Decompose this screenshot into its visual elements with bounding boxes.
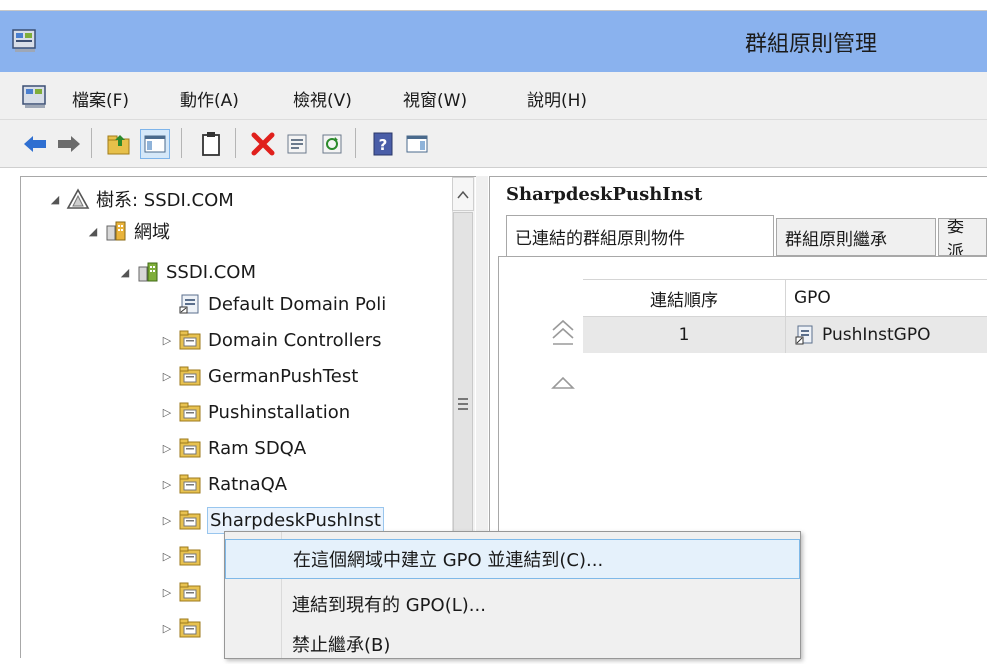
top-edge <box>0 0 987 11</box>
forest-icon <box>66 188 90 210</box>
properties-icon[interactable] <box>282 129 312 159</box>
expand-arrow-icon[interactable]: ▷ <box>160 442 174 455</box>
console-icon[interactable] <box>402 129 432 159</box>
domain-icon <box>136 261 160 283</box>
cell-gpo: PushInstGPO <box>786 317 987 353</box>
expand-arrow-icon[interactable]: ▷ <box>160 334 174 347</box>
tree-item-ou[interactable]: ▷ GermanPushTest <box>160 360 359 392</box>
collapse-arrow-icon[interactable]: ◢ <box>86 225 100 238</box>
table-row[interactable]: 1 PushInstGPO <box>583 317 987 353</box>
expand-arrow-icon[interactable]: ▷ <box>160 622 174 635</box>
tree-label-forest: 樹系: SSDI.COM <box>96 190 234 211</box>
tree-item-ou[interactable]: ▷ <box>160 612 208 644</box>
menu-bar <box>0 72 987 120</box>
menu-item-label: 禁止繼承(B) <box>292 635 391 656</box>
collapse-arrow-icon[interactable]: ◢ <box>48 193 62 206</box>
grid-header: 連結順序 GPO <box>583 279 987 317</box>
menu-item-block-inheritance[interactable]: 禁止繼承(B) <box>225 624 800 664</box>
tree-label-domains: 網域 <box>134 222 170 243</box>
tab-delegation[interactable]: 委派 <box>938 218 987 256</box>
app-icon[interactable] <box>10 26 40 56</box>
tree-item-ou[interactable]: ▷ Ram SDQA <box>160 432 306 464</box>
toolbar-separator <box>355 128 356 158</box>
collapse-arrow-icon[interactable]: ◢ <box>118 266 132 279</box>
help-icon[interactable]: ? <box>368 129 398 159</box>
expand-arrow-icon[interactable]: ▷ <box>160 550 174 563</box>
up-folder-icon[interactable] <box>104 129 134 159</box>
tree-label: GermanPushTest <box>208 365 359 387</box>
tab-linked-gpos[interactable]: 已連結的群組原則物件 <box>506 215 774 257</box>
ou-folder-icon <box>178 473 202 495</box>
tree-node-domain[interactable]: ◢ SSDI.COM <box>118 256 256 288</box>
tree-item-ou[interactable]: ▷ Domain Controllers <box>160 324 382 356</box>
back-arrow-icon[interactable] <box>20 129 50 159</box>
scroll-grip-icon <box>458 398 468 412</box>
column-header-link-order[interactable]: 連結順序 <box>583 280 786 316</box>
tree-label: RatnaQA <box>208 473 288 495</box>
tree-node-forest[interactable]: ◢ 樹系: SSDI.COM <box>48 183 234 215</box>
linked-gpo-grid: 連結順序 GPO 1 PushInstGPO <box>583 279 987 353</box>
tree-label-domain: SSDI.COM <box>166 261 257 283</box>
tree-label: Pushinstallation <box>208 401 351 423</box>
tree-item-ou[interactable]: ▷ Pushinstallation <box>160 396 350 428</box>
ou-folder-icon <box>178 437 202 459</box>
details-title: SharpdeskPushInst <box>506 184 703 205</box>
context-menu: 在這個網域中建立 GPO 並連結到(C)... 連結到現有的 GPO(L)...… <box>224 531 801 659</box>
ou-folder-icon <box>178 581 202 603</box>
tree-label: Ram SDQA <box>208 437 307 459</box>
menu-file[interactable]: 檔案(F) <box>72 86 129 111</box>
expand-arrow-icon[interactable]: ▷ <box>160 514 174 527</box>
menu-window[interactable]: 視窗(W) <box>403 86 467 111</box>
window-title: 群組原則管理 <box>744 32 877 57</box>
menu-view[interactable]: 檢視(V) <box>293 86 352 111</box>
refresh-icon[interactable] <box>317 129 347 159</box>
tree-node-domains[interactable]: ◢ 網域 <box>86 215 170 247</box>
tree-item-gpo-link[interactable]: Default Domain Poli <box>160 288 386 320</box>
gpo-link-icon <box>178 293 202 315</box>
tree-item-ou[interactable]: ▷ RatnaQA <box>160 468 287 500</box>
move-top-icon[interactable] <box>550 318 576 348</box>
menu-action[interactable]: 動作(A) <box>180 86 239 111</box>
ou-folder-icon <box>178 617 202 639</box>
delete-icon[interactable] <box>248 129 278 159</box>
tab-inheritance[interactable]: 群組原則繼承 <box>776 218 936 256</box>
domains-icon <box>104 220 128 242</box>
toolbar-separator <box>181 128 182 158</box>
menu-item-label: 在這個網域中建立 GPO 並連結到(C)... <box>293 550 604 571</box>
tree-item-ou[interactable]: ▷ <box>160 540 208 572</box>
expand-arrow-icon[interactable]: ▷ <box>160 406 174 419</box>
ou-folder-icon <box>178 545 202 567</box>
clipboard-icon[interactable] <box>196 129 226 159</box>
tree-label: Domain Controllers <box>208 329 382 351</box>
forward-arrow-icon[interactable] <box>54 129 84 159</box>
scroll-up-button[interactable] <box>452 177 474 211</box>
gpo-name: PushInstGPO <box>822 325 931 345</box>
tree-label-selected: SharpdeskPushInst <box>207 506 384 534</box>
toolbar-separator <box>235 128 236 158</box>
menu-item-label: 連結到現有的 GPO(L)... <box>292 595 486 616</box>
ou-folder-icon <box>178 401 202 423</box>
tree-label: Default Domain Poli <box>208 293 387 315</box>
toolbar-separator <box>91 128 92 158</box>
expand-arrow-icon[interactable]: ▷ <box>160 586 174 599</box>
column-header-gpo[interactable]: GPO <box>786 280 987 316</box>
ou-folder-icon <box>178 329 202 351</box>
gpo-icon <box>794 324 816 346</box>
expand-arrow-icon[interactable]: ▷ <box>160 370 174 383</box>
menu-item-create-gpo-and-link[interactable]: 在這個網域中建立 GPO 並連結到(C)... <box>225 539 800 579</box>
app-menu-icon[interactable] <box>20 82 50 112</box>
move-up-icon[interactable] <box>550 372 576 392</box>
cell-link-order: 1 <box>583 317 786 353</box>
expand-arrow-icon[interactable]: ▷ <box>160 478 174 491</box>
ou-folder-icon <box>178 365 202 387</box>
ou-folder-icon <box>178 509 202 531</box>
svg-text:?: ? <box>379 136 388 154</box>
show-hide-tree-icon[interactable] <box>140 129 170 159</box>
menu-item-link-existing-gpo[interactable]: 連結到現有的 GPO(L)... <box>225 584 800 624</box>
menu-help[interactable]: 說明(H) <box>527 86 587 111</box>
tree-item-ou[interactable]: ▷ <box>160 576 208 608</box>
